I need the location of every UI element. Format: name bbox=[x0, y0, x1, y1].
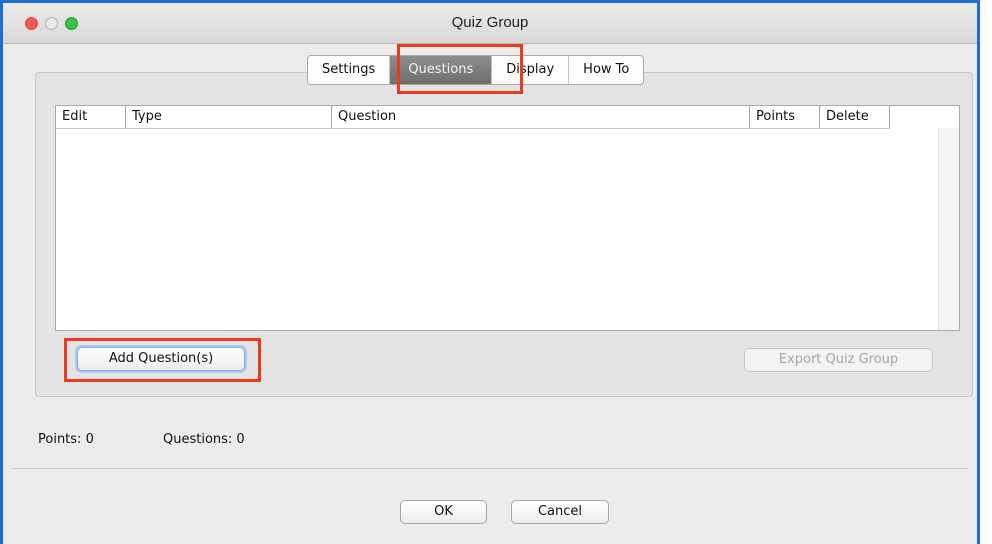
points-status: Points: 0 bbox=[38, 432, 94, 447]
ok-button[interactable]: OK bbox=[400, 500, 487, 524]
add-question-highlight bbox=[64, 338, 261, 382]
tab-how-to[interactable]: How To bbox=[569, 56, 644, 84]
title-bar: Quiz Group bbox=[3, 3, 977, 44]
questions-tab-highlight bbox=[397, 44, 523, 94]
column-header-question[interactable]: Question bbox=[332, 106, 750, 128]
footer-divider bbox=[11, 468, 969, 469]
questions-table: Edit Type Question Points Delete bbox=[55, 105, 960, 331]
table-header: Edit Type Question Points Delete bbox=[56, 106, 890, 129]
column-header-points[interactable]: Points bbox=[750, 106, 820, 128]
cancel-button[interactable]: Cancel bbox=[511, 500, 609, 524]
export-quiz-group-button: Export Quiz Group bbox=[744, 348, 933, 372]
questions-status: Questions: 0 bbox=[163, 432, 245, 447]
column-header-edit[interactable]: Edit bbox=[56, 106, 126, 128]
dialog-content: Settings Questions Display How To Edit T… bbox=[3, 44, 977, 544]
table-scrollbar[interactable] bbox=[938, 128, 959, 330]
column-header-delete[interactable]: Delete bbox=[820, 106, 890, 128]
column-header-type[interactable]: Type bbox=[126, 106, 332, 128]
window-title: Quiz Group bbox=[451, 14, 529, 31]
tab-settings[interactable]: Settings bbox=[308, 56, 391, 84]
